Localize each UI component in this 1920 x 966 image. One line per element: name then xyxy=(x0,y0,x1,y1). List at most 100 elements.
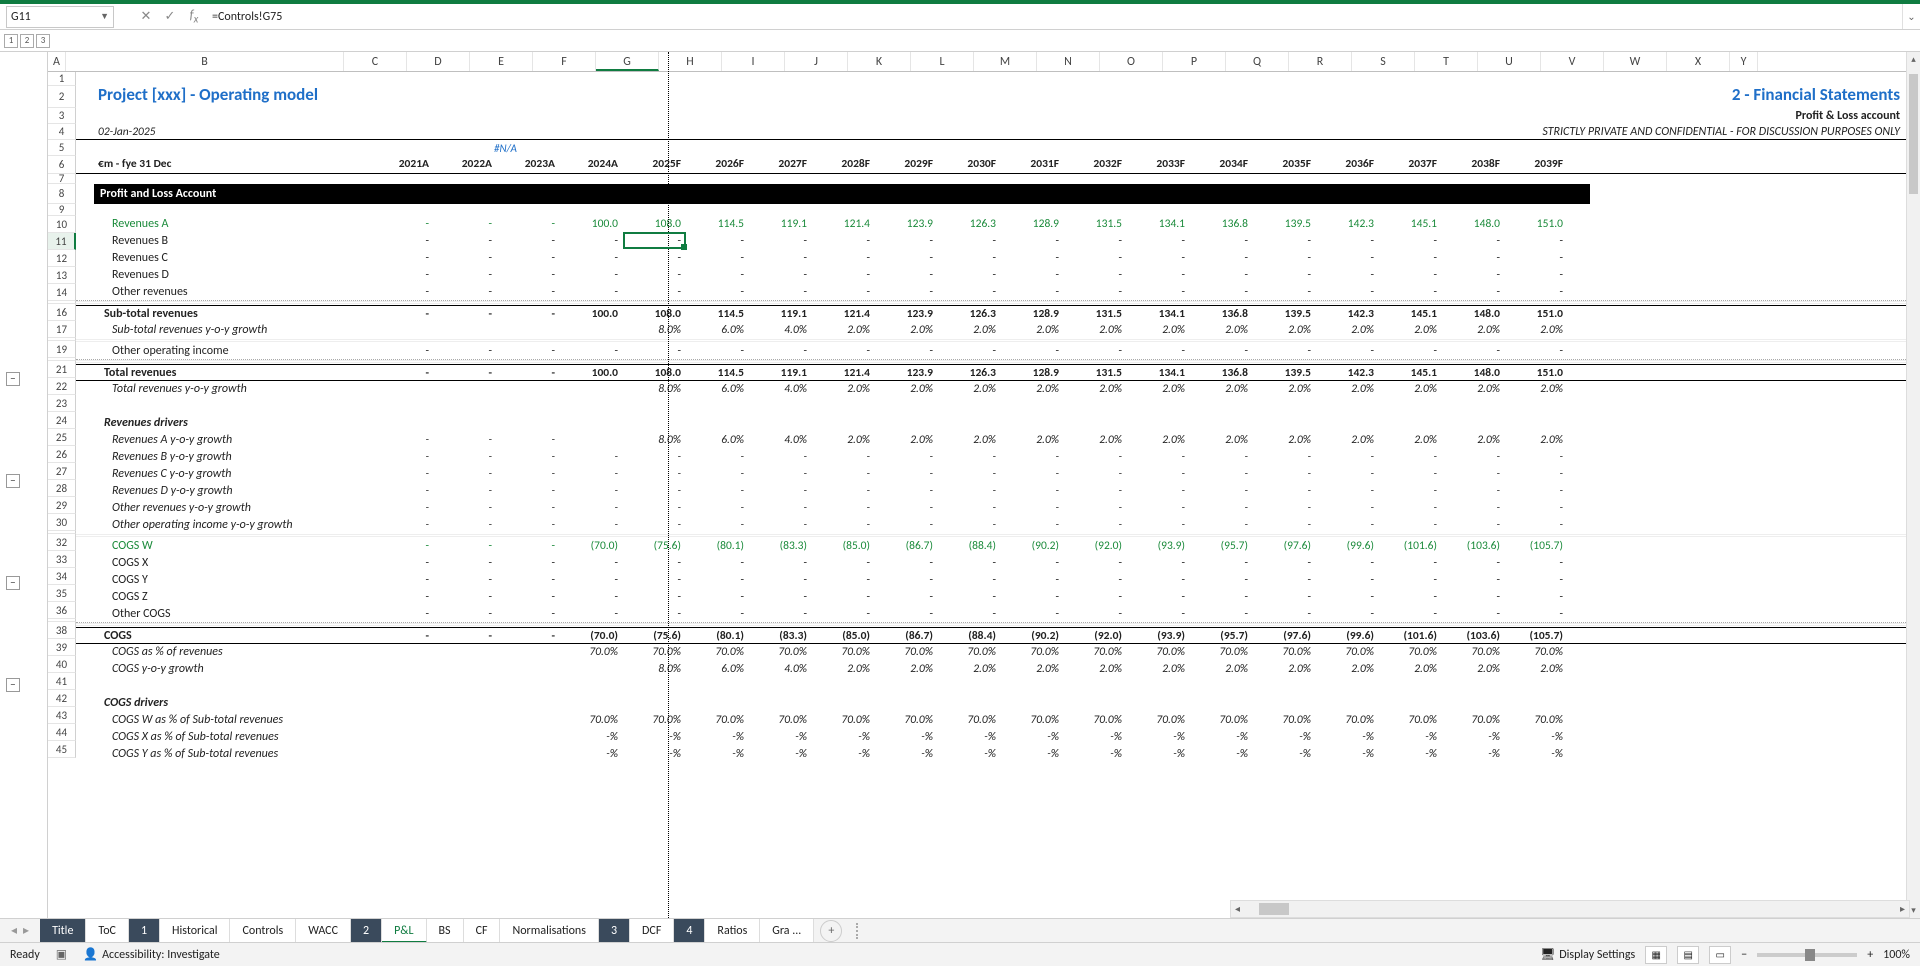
data-cell[interactable]: - xyxy=(1506,572,1569,589)
data-cell[interactable] xyxy=(750,415,813,432)
data-cell[interactable]: -% xyxy=(561,729,624,746)
data-cell[interactable]: 70.0% xyxy=(1317,644,1380,661)
data-cell[interactable]: 2.0% xyxy=(1380,432,1443,449)
data-cell[interactable]: - xyxy=(813,233,876,250)
data-cell[interactable]: - xyxy=(813,267,876,284)
data-cell[interactable]: - xyxy=(1254,449,1317,466)
data-cell[interactable] xyxy=(1506,695,1569,712)
col-header-E[interactable]: E xyxy=(470,52,533,71)
col-header-P[interactable]: P xyxy=(1163,52,1226,71)
data-cell[interactable]: (90.2) xyxy=(1002,538,1065,555)
sheet-tab-p-l[interactable]: P&L xyxy=(382,919,426,943)
data-cell[interactable]: (86.7) xyxy=(876,538,939,555)
row-header[interactable]: 4 xyxy=(48,124,76,140)
data-cell[interactable] xyxy=(1380,695,1443,712)
data-cell[interactable] xyxy=(498,712,561,729)
data-cell[interactable]: 2.0% xyxy=(1380,381,1443,398)
data-cell[interactable]: 100.0 xyxy=(561,365,624,380)
data-cell[interactable]: - xyxy=(1065,517,1128,534)
data-cell[interactable]: - xyxy=(435,365,498,380)
data-cell[interactable]: - xyxy=(372,466,435,483)
data-cell[interactable]: 70.0% xyxy=(1317,712,1380,729)
data-cell[interactable]: - xyxy=(876,589,939,606)
data-cell[interactable]: - xyxy=(498,343,561,359)
data-cell[interactable]: - xyxy=(372,233,435,250)
data-cell[interactable]: -% xyxy=(1443,729,1506,746)
data-cell[interactable] xyxy=(498,695,561,712)
data-cell[interactable]: - xyxy=(1317,233,1380,250)
data-cell[interactable]: - xyxy=(1191,606,1254,622)
data-cell[interactable]: - xyxy=(372,216,435,233)
data-cell[interactable]: - xyxy=(561,449,624,466)
data-cell[interactable]: - xyxy=(876,500,939,517)
row-header[interactable]: 45 xyxy=(48,741,76,758)
col-header-T[interactable]: T xyxy=(1415,52,1478,71)
name-box[interactable]: G11 ▼ xyxy=(6,6,114,28)
data-cell[interactable]: - xyxy=(624,284,687,300)
col-header-R[interactable]: R xyxy=(1289,52,1352,71)
data-cell[interactable]: - xyxy=(1443,500,1506,517)
row-header[interactable]: 12 xyxy=(48,250,76,267)
data-cell[interactable]: - xyxy=(1254,233,1317,250)
data-cell[interactable] xyxy=(435,644,498,661)
data-cell[interactable]: 2.0% xyxy=(1002,661,1065,678)
row-header[interactable]: 3 xyxy=(48,108,76,124)
data-cell[interactable]: - xyxy=(1191,517,1254,534)
data-cell[interactable]: 2.0% xyxy=(1317,432,1380,449)
data-cell[interactable]: - xyxy=(435,500,498,517)
data-cell[interactable]: (92.0) xyxy=(1065,538,1128,555)
data-cell[interactable]: - xyxy=(498,572,561,589)
data-cell[interactable]: 151.0 xyxy=(1506,306,1569,322)
data-cell[interactable]: - xyxy=(372,267,435,284)
data-cell[interactable]: - xyxy=(1443,284,1506,300)
data-cell[interactable]: - xyxy=(435,250,498,267)
data-cell[interactable]: -% xyxy=(561,746,624,763)
data-cell[interactable]: - xyxy=(813,483,876,500)
data-cell[interactable]: - xyxy=(1191,343,1254,359)
data-cell[interactable]: - xyxy=(1002,449,1065,466)
row-header[interactable]: 16 xyxy=(48,304,76,321)
data-cell[interactable] xyxy=(372,746,435,763)
data-cell[interactable]: - xyxy=(1254,555,1317,572)
data-cell[interactable]: 2.0% xyxy=(1065,381,1128,398)
sheet-tab-wacc[interactable]: WACC xyxy=(296,919,351,943)
data-cell[interactable]: - xyxy=(1002,466,1065,483)
data-cell[interactable]: 139.5 xyxy=(1254,306,1317,322)
col-header-H[interactable]: H xyxy=(659,52,722,71)
data-cell[interactable]: - xyxy=(1380,483,1443,500)
data-cell[interactable]: (103.6) xyxy=(1443,628,1506,643)
row-header[interactable]: 35 xyxy=(48,585,76,602)
data-cell[interactable]: 108.0 xyxy=(624,365,687,380)
data-cell[interactable]: - xyxy=(624,267,687,284)
data-cell[interactable] xyxy=(750,695,813,712)
data-cell[interactable]: - xyxy=(813,250,876,267)
tab-nav[interactable]: ◂▸ xyxy=(0,923,40,938)
data-cell[interactable]: 70.0% xyxy=(687,644,750,661)
data-cell[interactable]: - xyxy=(1443,343,1506,359)
data-cell[interactable]: - xyxy=(939,483,1002,500)
data-cell[interactable] xyxy=(939,415,1002,432)
row-header[interactable]: 39 xyxy=(48,639,76,656)
row-header[interactable]: 44 xyxy=(48,724,76,741)
data-cell[interactable]: - xyxy=(939,500,1002,517)
data-cell[interactable]: - xyxy=(1380,606,1443,622)
data-cell[interactable]: 70.0% xyxy=(624,644,687,661)
enter-icon[interactable]: ✓ xyxy=(158,9,182,24)
data-cell[interactable]: - xyxy=(498,267,561,284)
row-header[interactable]: 29 xyxy=(48,497,76,514)
data-cell[interactable]: -% xyxy=(1128,746,1191,763)
data-cell[interactable]: 70.0% xyxy=(1191,644,1254,661)
data-cell[interactable]: - xyxy=(1065,250,1128,267)
data-cell[interactable]: 151.0 xyxy=(1506,365,1569,380)
data-cell[interactable]: - xyxy=(435,216,498,233)
data-cell[interactable]: 136.8 xyxy=(1191,306,1254,322)
data-cell[interactable]: - xyxy=(435,466,498,483)
data-cell[interactable]: 2.0% xyxy=(1002,322,1065,339)
data-cell[interactable]: - xyxy=(813,555,876,572)
data-cell[interactable]: -% xyxy=(1002,729,1065,746)
data-cell[interactable]: 134.1 xyxy=(1128,306,1191,322)
data-cell[interactable]: - xyxy=(435,284,498,300)
col-header-J[interactable]: J xyxy=(785,52,848,71)
data-cell[interactable]: - xyxy=(876,466,939,483)
data-cell[interactable]: 2.0% xyxy=(1065,661,1128,678)
